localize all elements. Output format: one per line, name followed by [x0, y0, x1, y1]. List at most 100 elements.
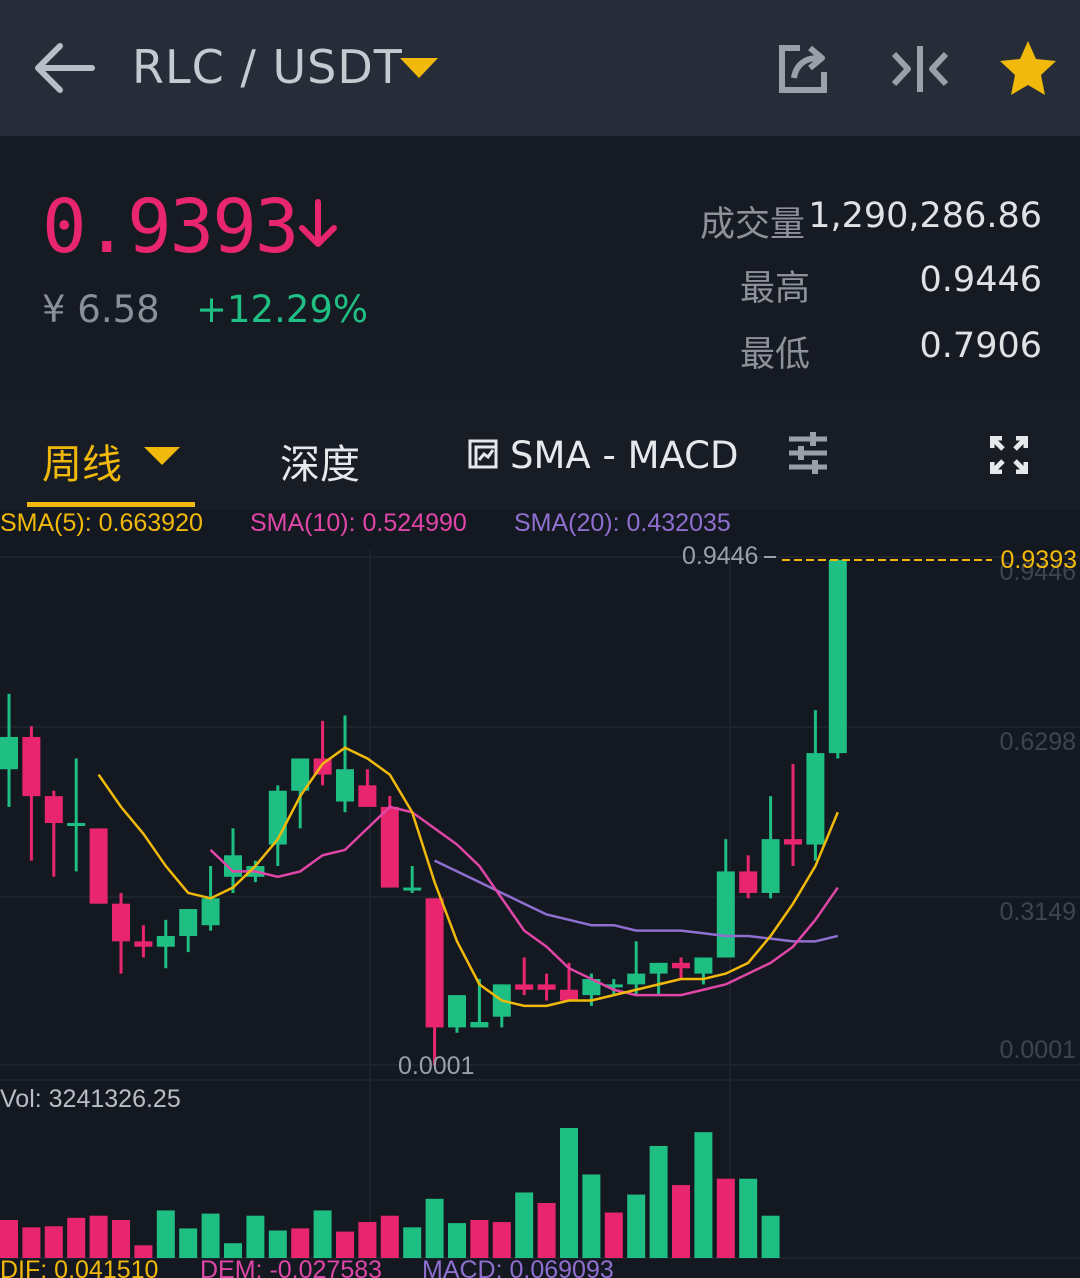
candle-body — [649, 962, 668, 974]
share-icon[interactable] — [776, 42, 832, 94]
candle-body — [627, 973, 646, 985]
volume-bar — [246, 1215, 265, 1258]
volume-bar — [672, 1185, 690, 1258]
volume-bar — [560, 1127, 578, 1258]
legend-sma5: SMA(5): 0.663920 — [0, 510, 203, 537]
volume-bar — [112, 1219, 130, 1258]
volume-label: 成交量 — [700, 205, 806, 245]
candle-body — [22, 736, 41, 797]
tab-indicator[interactable]: SMA - MACD — [510, 434, 739, 477]
price-down-arrow-icon — [299, 199, 337, 247]
volume-bar — [425, 1198, 444, 1258]
volume-bar — [156, 1210, 175, 1258]
active-tab-underline — [27, 502, 195, 507]
high-label: 最高 — [740, 269, 811, 309]
volume-bar — [89, 1215, 108, 1258]
volume-bar — [582, 1174, 601, 1258]
candle-body — [761, 839, 780, 893]
candle-body — [784, 839, 802, 845]
pair-title[interactable]: RLC / USDT — [132, 40, 403, 94]
candle-body — [470, 1022, 489, 1028]
cny-price: ¥ 6.58 — [42, 288, 160, 331]
volume-bar — [380, 1215, 399, 1258]
candle-body — [716, 871, 735, 958]
candle-body — [672, 962, 690, 969]
candle-body — [336, 769, 354, 802]
star-icon[interactable] — [998, 38, 1058, 98]
candle-body — [448, 995, 466, 1028]
volume-bar — [694, 1132, 713, 1258]
volume-bar — [403, 1227, 422, 1258]
volume-bar — [739, 1178, 758, 1258]
candle-body — [380, 806, 399, 888]
candle-body — [537, 984, 556, 990]
volume-bar — [470, 1219, 489, 1258]
candle-body — [201, 898, 220, 926]
candle-body — [44, 796, 63, 824]
compare-icon[interactable] — [890, 44, 950, 94]
candle-body — [156, 935, 175, 947]
macd-dem-label: DEM: -0.027583 — [200, 1256, 382, 1278]
candle-body — [358, 785, 377, 807]
candle-body — [694, 957, 713, 974]
volume-bar — [604, 1212, 623, 1258]
volume-bar — [649, 1145, 668, 1258]
last-price: 0.9393 — [42, 184, 299, 270]
candle-body — [67, 823, 86, 827]
candle-body — [560, 989, 578, 1001]
settings-sliders-icon[interactable] — [787, 432, 829, 474]
volume-bar — [492, 1222, 511, 1258]
volume-bar — [44, 1226, 63, 1258]
fullscreen-icon[interactable] — [990, 436, 1028, 474]
volume-bar — [0, 1219, 18, 1258]
candle-body — [112, 903, 130, 942]
legend-sma20: SMA(20): 0.432035 — [514, 510, 731, 537]
volume-bar — [627, 1194, 646, 1258]
volume-bar — [358, 1222, 377, 1258]
y-tick-label: 0.0001 — [1000, 1036, 1076, 1064]
volume-bar — [22, 1227, 41, 1258]
macd-dif-label: DIF: 0.041510 — [0, 1256, 158, 1278]
low-label: 最低 — [740, 335, 811, 375]
candle-body — [403, 887, 422, 891]
volume-bar — [537, 1203, 556, 1258]
candle-body — [0, 736, 18, 770]
y-tick-label: 0.3149 — [1000, 898, 1076, 926]
back-arrow-icon[interactable] — [30, 38, 100, 98]
chart-grid — [0, 550, 1080, 1260]
volume-bar — [448, 1223, 466, 1258]
last-price-label: 0.9393 — [1001, 546, 1077, 574]
candle-body — [739, 871, 758, 893]
max-price-label: 0.9446 — [682, 542, 758, 570]
high-value: 0.9446 — [919, 260, 1042, 300]
candle-body — [179, 909, 198, 936]
volume-bar — [761, 1215, 780, 1258]
candle-body — [806, 753, 825, 845]
min-price-label: 0.0001 — [398, 1052, 474, 1080]
volume-bar — [515, 1192, 534, 1258]
volume-bar — [313, 1210, 332, 1258]
indicator-icon[interactable] — [467, 438, 499, 470]
volume-bar — [268, 1230, 287, 1258]
tab-period[interactable]: 周线 — [42, 432, 122, 490]
price-chart[interactable]: SMA(5): 0.663920 SMA(10): 0.524990 SMA(2… — [0, 510, 1080, 1278]
volume-bar — [291, 1228, 310, 1258]
volume-value: 1,290,286.86 — [808, 196, 1042, 236]
candle-body — [515, 984, 534, 990]
macd-value-label: MACD: 0.069093 — [422, 1256, 614, 1278]
legend-sma10: SMA(10): 0.524990 — [250, 510, 467, 537]
y-tick-label: 0.6298 — [1000, 728, 1076, 756]
volume-bars — [0, 1127, 780, 1258]
period-caret-down-icon[interactable] — [144, 447, 180, 467]
tab-depth[interactable]: 深度 — [280, 432, 360, 490]
price-change-percent: +12.29% — [196, 288, 369, 331]
low-value: 0.7906 — [919, 326, 1042, 366]
candle-body — [89, 828, 108, 904]
volume-bar — [179, 1228, 198, 1258]
volume-bar — [201, 1213, 220, 1258]
candle-body — [425, 898, 444, 1028]
candle-body — [134, 941, 153, 947]
volume-bar — [336, 1231, 354, 1258]
caret-down-icon[interactable] — [400, 58, 438, 80]
volume-readout: Vol: 3241326.25 — [0, 1085, 181, 1113]
